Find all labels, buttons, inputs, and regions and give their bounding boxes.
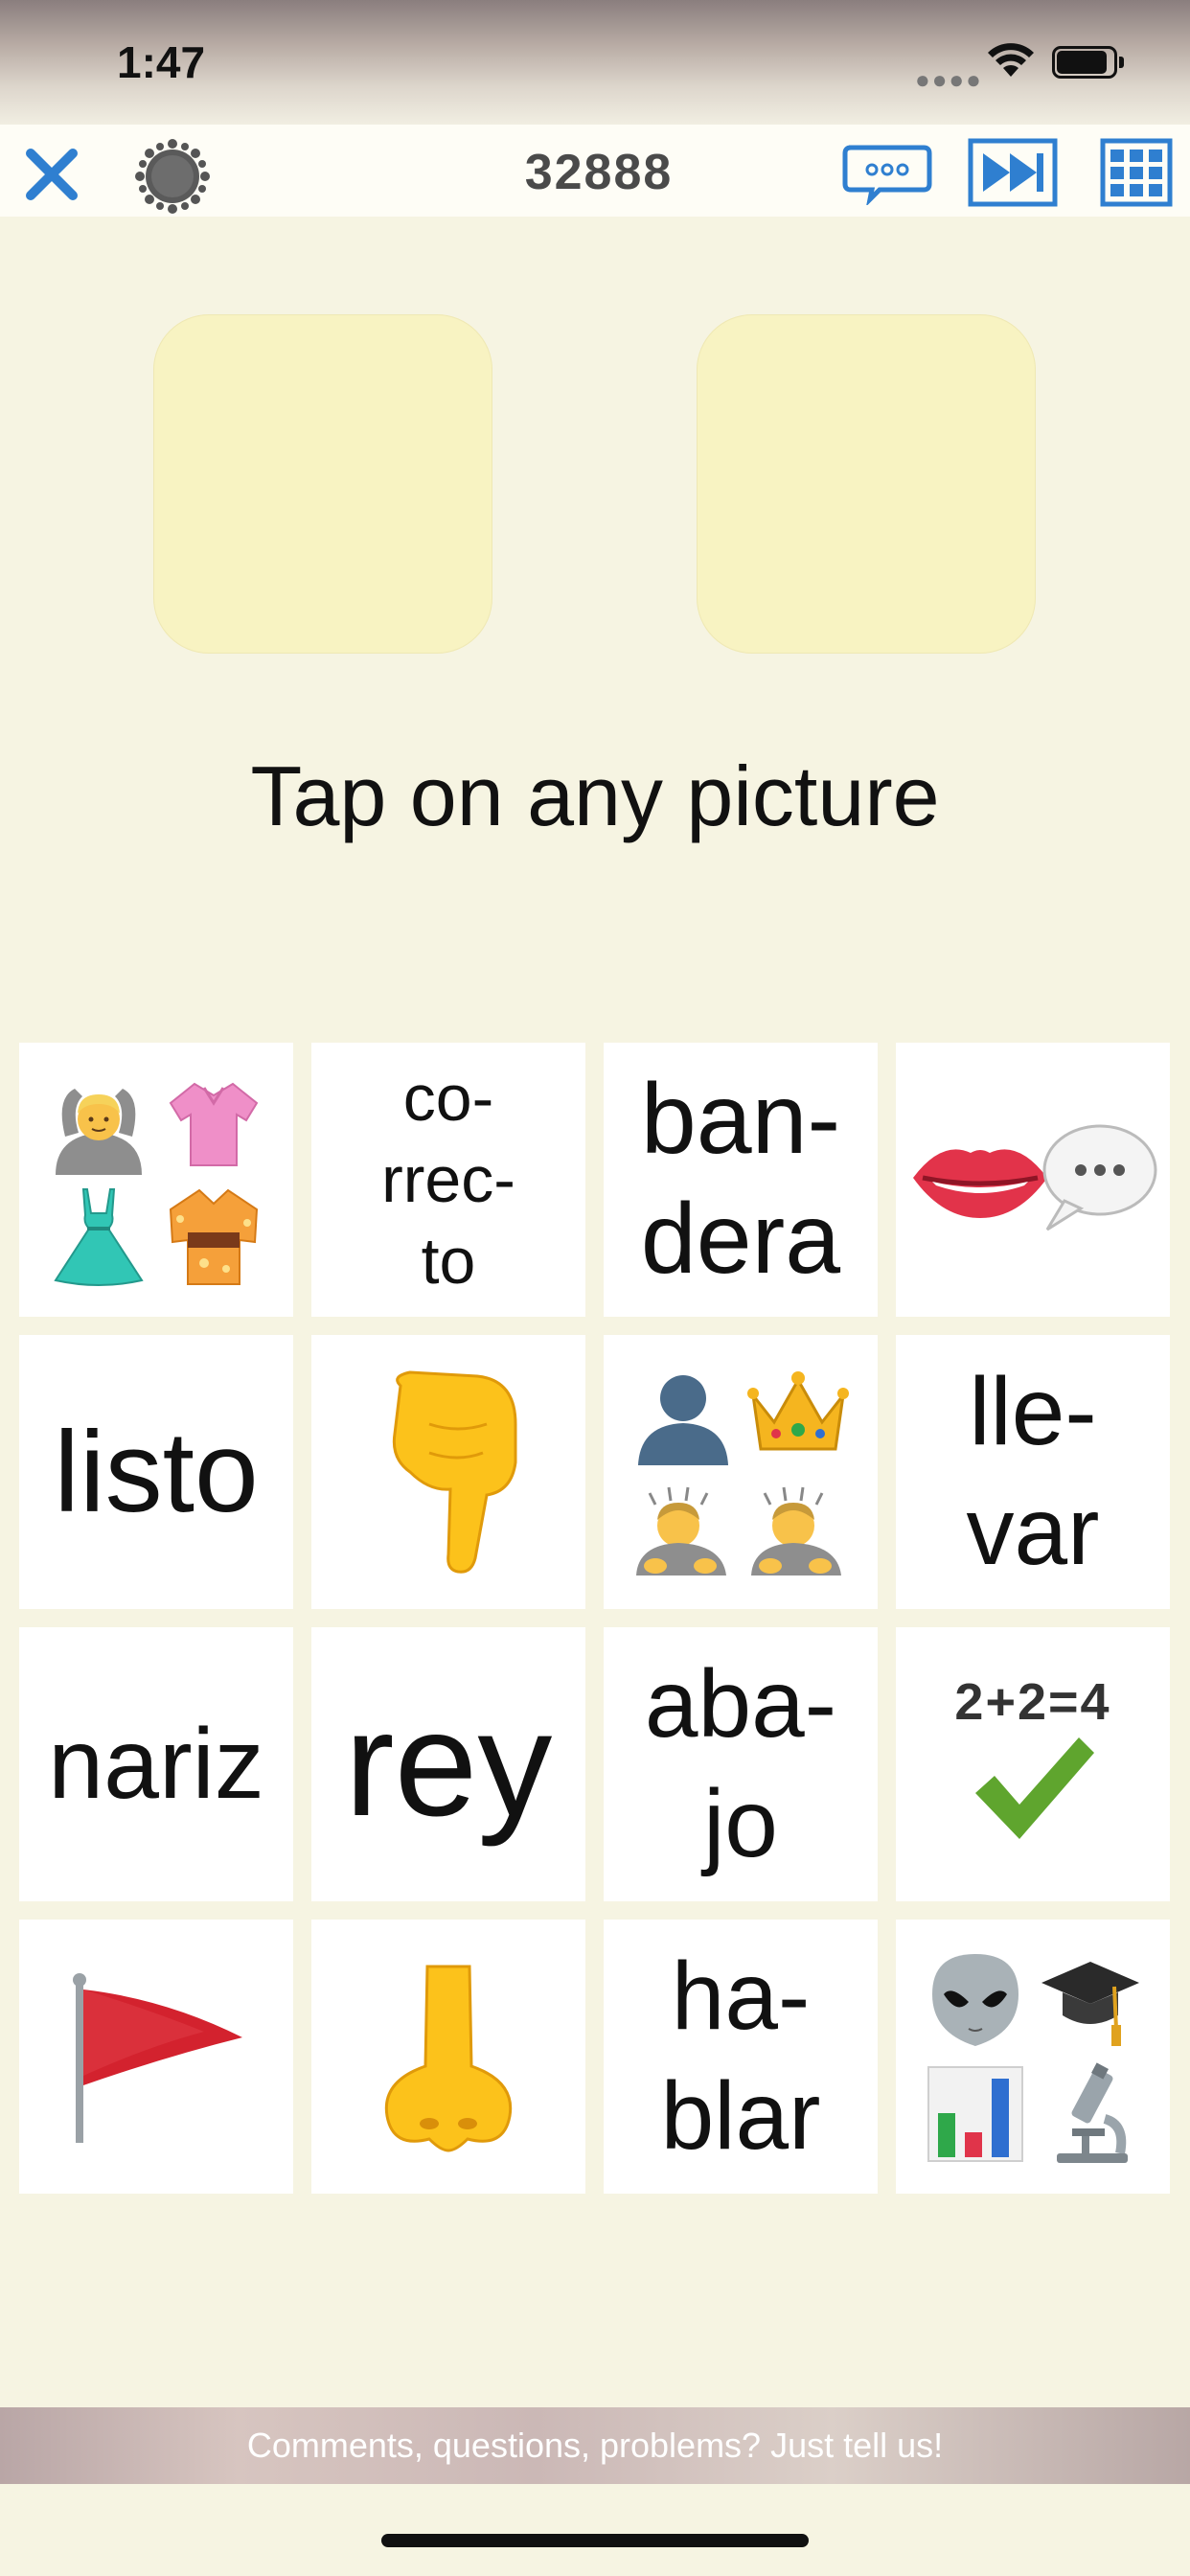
- answer-slot-2[interactable]: [697, 314, 1036, 654]
- tile-nose[interactable]: [311, 1920, 585, 2194]
- chat-icon[interactable]: [841, 142, 933, 205]
- tile-word-text: co- rrec- to: [381, 1061, 515, 1298]
- wifi-icon: [988, 43, 1034, 77]
- tile-red-flag[interactable]: [19, 1920, 293, 2194]
- settings-icon[interactable]: [134, 138, 211, 215]
- cellular-dots-icon: ●●●●: [915, 65, 983, 94]
- microscope-icon: [1033, 2057, 1148, 2172]
- graduation-cap-icon: [1033, 1942, 1148, 2057]
- pointing-down-icon: [392, 1370, 517, 1574]
- tile-word-rey[interactable]: rey: [311, 1627, 585, 1901]
- tile-word-bandera[interactable]: ban- dera: [604, 1043, 878, 1317]
- tile-king-subjects[interactable]: [604, 1335, 878, 1609]
- tile-word-llevar[interactable]: lle- var: [896, 1335, 1170, 1609]
- status-time: 1:47: [117, 37, 206, 87]
- home-indicator[interactable]: [381, 2534, 809, 2547]
- tile-talk[interactable]: [896, 1043, 1170, 1317]
- instruction-text: Tap on any picture: [250, 748, 940, 843]
- dress-icon: [41, 1180, 156, 1295]
- bar-chart-icon: [918, 2057, 1033, 2172]
- blouse-icon: [156, 1065, 271, 1180]
- red-flag-icon: [73, 1973, 242, 2143]
- tile-pointing-down[interactable]: [311, 1335, 585, 1609]
- close-icon[interactable]: [21, 144, 82, 205]
- answer-slot-1[interactable]: [153, 314, 492, 654]
- tile-word-listo[interactable]: listo: [19, 1335, 293, 1609]
- tile-word-nariz[interactable]: nariz: [19, 1627, 293, 1901]
- person-gesturing-ok-icon: [41, 1065, 156, 1180]
- lips-speech-icon: [913, 1124, 1157, 1231]
- toolbar: 32888: [0, 125, 1190, 217]
- person-silhouette-icon: [626, 1357, 741, 1472]
- tile-word-abajo[interactable]: aba- jo: [604, 1627, 878, 1901]
- tile-word-text: aba- jo: [644, 1650, 837, 1877]
- tile-word-text: lle- var: [966, 1358, 1100, 1585]
- status-bar: 1:47 ●●●●: [0, 0, 1190, 125]
- bowing-person-icon: [626, 1472, 741, 1587]
- tile-word-text: rey: [344, 1681, 553, 1848]
- score-counter: 32888: [524, 145, 674, 200]
- nose-icon: [384, 1965, 513, 2152]
- fast-forward-icon[interactable]: [968, 138, 1058, 207]
- math-caption: 2+2=4: [954, 1673, 1111, 1731]
- tile-word-text: ha- blar: [660, 1943, 821, 2170]
- tile-science[interactable]: [896, 1920, 1170, 2194]
- battery-icon: [1052, 46, 1125, 80]
- tile-word-text: listo: [54, 1408, 259, 1536]
- feedback-text[interactable]: Comments, questions, problems? Just tell…: [247, 2426, 943, 2466]
- tile-clothing[interactable]: [19, 1043, 293, 1317]
- tile-word-text: nariz: [48, 1709, 264, 1820]
- crown-icon: [741, 1357, 856, 1472]
- kimono-icon: [156, 1180, 271, 1295]
- alien-icon: [918, 1942, 1033, 2057]
- tile-word-correcto[interactable]: co- rrec- to: [311, 1043, 585, 1317]
- tile-correct-math[interactable]: 2+2=4: [896, 1627, 1170, 1901]
- math-check-icon: [975, 1737, 1094, 1839]
- grid-icon[interactable]: [1100, 138, 1173, 207]
- bowing-person-icon: [741, 1472, 856, 1587]
- feedback-banner[interactable]: Comments, questions, problems? Just tell…: [0, 2407, 1190, 2484]
- tile-word-text: ban- dera: [640, 1064, 841, 1295]
- tile-word-hablar[interactable]: ha- blar: [604, 1920, 878, 2194]
